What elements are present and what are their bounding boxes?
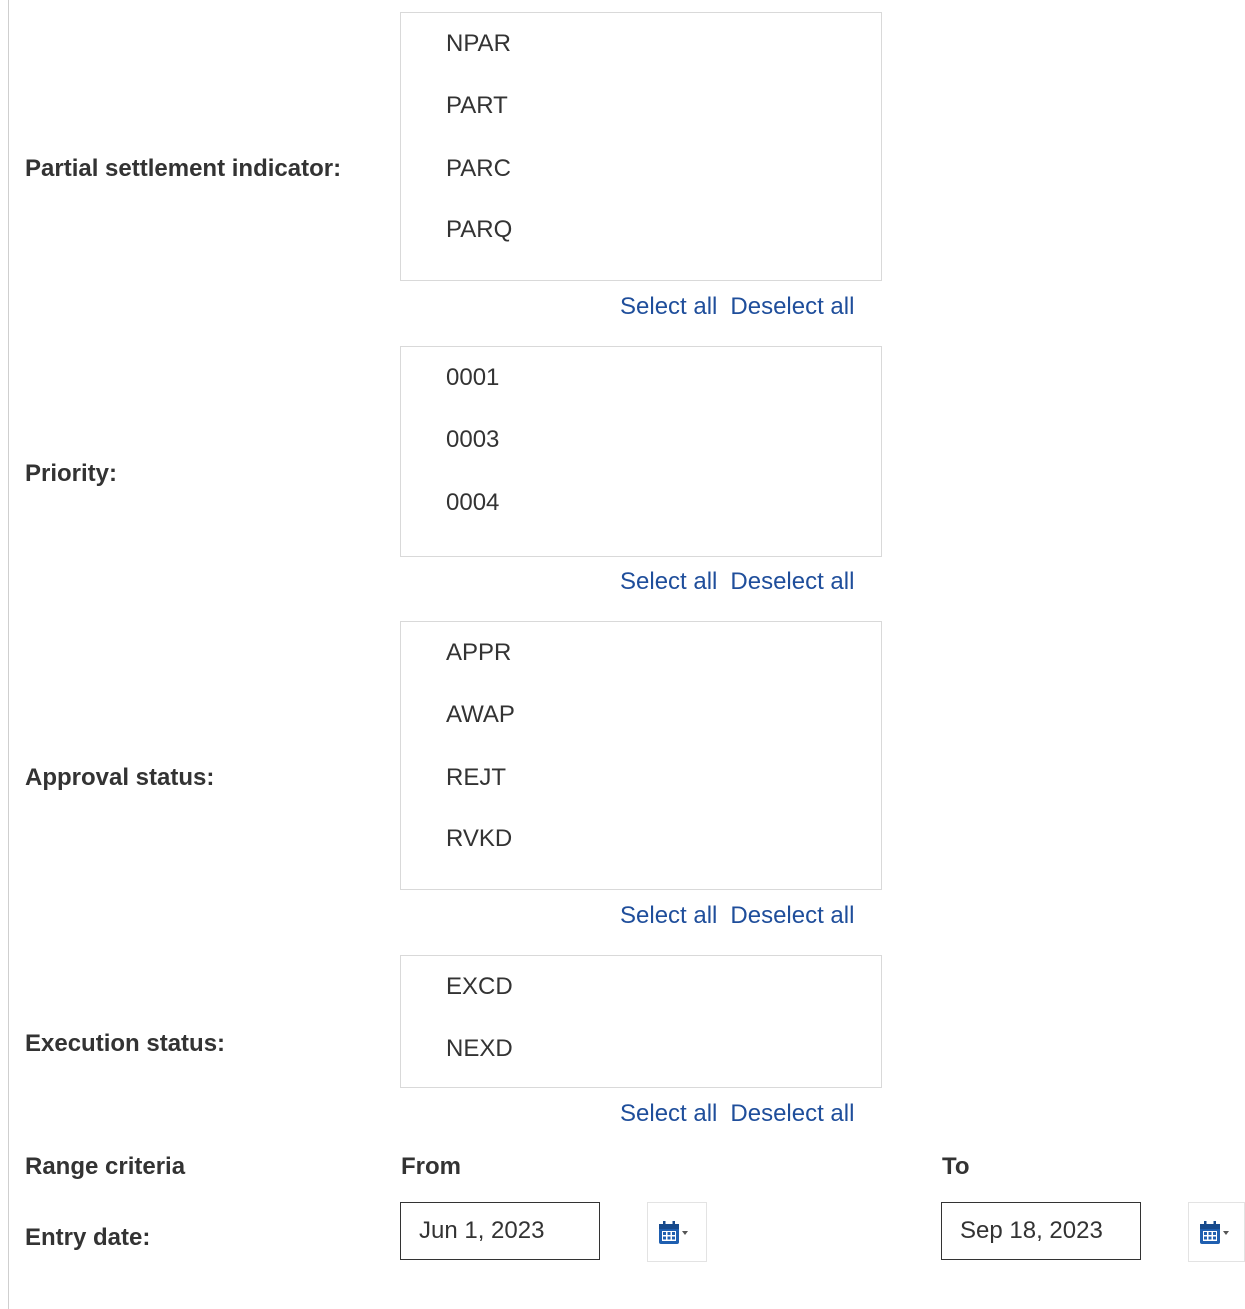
left-divider	[8, 0, 9, 1309]
priority-listbox[interactable]: 0001 0003 0004	[400, 346, 882, 557]
list-item[interactable]: PART	[446, 92, 508, 120]
calendar-icon	[659, 1221, 688, 1244]
deselect-all-link[interactable]: Deselect all	[730, 902, 854, 929]
select-all-link[interactable]: Select all	[620, 1100, 717, 1127]
from-header: From	[401, 1153, 461, 1180]
calendar-icon	[1200, 1221, 1229, 1244]
list-item[interactable]: PARC	[446, 155, 511, 183]
list-item[interactable]: EXCD	[446, 973, 513, 1001]
select-all-link[interactable]: Select all	[620, 902, 717, 929]
partial-settlement-label: Partial settlement indicator:	[25, 155, 342, 182]
to-header: To	[942, 1153, 970, 1180]
entry-date-label: Entry date:	[25, 1224, 151, 1251]
dropdown-caret-icon	[1223, 1231, 1229, 1235]
list-item[interactable]: NPAR	[446, 30, 511, 58]
list-item[interactable]: 0004	[446, 489, 499, 517]
calendar-from-button[interactable]	[647, 1202, 707, 1262]
calendar-to-button[interactable]	[1188, 1202, 1245, 1262]
dropdown-caret-icon	[682, 1231, 688, 1235]
list-item[interactable]: NEXD	[446, 1035, 513, 1063]
list-item[interactable]: RVKD	[446, 825, 512, 853]
list-item[interactable]: AWAP	[446, 701, 515, 729]
execution-status-label: Execution status:	[25, 1030, 226, 1057]
entry-date-to-input[interactable]: Sep 18, 2023	[941, 1202, 1141, 1260]
deselect-all-link[interactable]: Deselect all	[730, 1100, 854, 1127]
partial-settlement-select-links: Select all Deselect all	[620, 293, 854, 321]
range-criteria-heading: Range criteria	[25, 1153, 186, 1180]
deselect-all-link[interactable]: Deselect all	[730, 293, 854, 320]
list-item[interactable]: PARQ	[446, 216, 512, 244]
list-item[interactable]: REJT	[446, 764, 506, 792]
priority-label: Priority:	[25, 460, 118, 487]
approval-status-label: Approval status:	[25, 764, 215, 791]
deselect-all-link[interactable]: Deselect all	[730, 568, 854, 595]
execution-status-listbox[interactable]: EXCD NEXD	[400, 955, 882, 1088]
select-all-link[interactable]: Select all	[620, 568, 717, 595]
list-item[interactable]: 0003	[446, 426, 499, 454]
execution-status-select-links: Select all Deselect all	[620, 1100, 854, 1128]
priority-select-links: Select all Deselect all	[620, 568, 854, 596]
select-all-link[interactable]: Select all	[620, 293, 717, 320]
entry-date-from-input[interactable]: Jun 1, 2023	[400, 1202, 600, 1260]
partial-settlement-listbox[interactable]: NPAR PART PARC PARQ	[400, 12, 882, 281]
list-item[interactable]: APPR	[446, 639, 511, 667]
approval-status-listbox[interactable]: APPR AWAP REJT RVKD	[400, 621, 882, 890]
approval-status-select-links: Select all Deselect all	[620, 902, 854, 930]
list-item[interactable]: 0001	[446, 364, 499, 392]
